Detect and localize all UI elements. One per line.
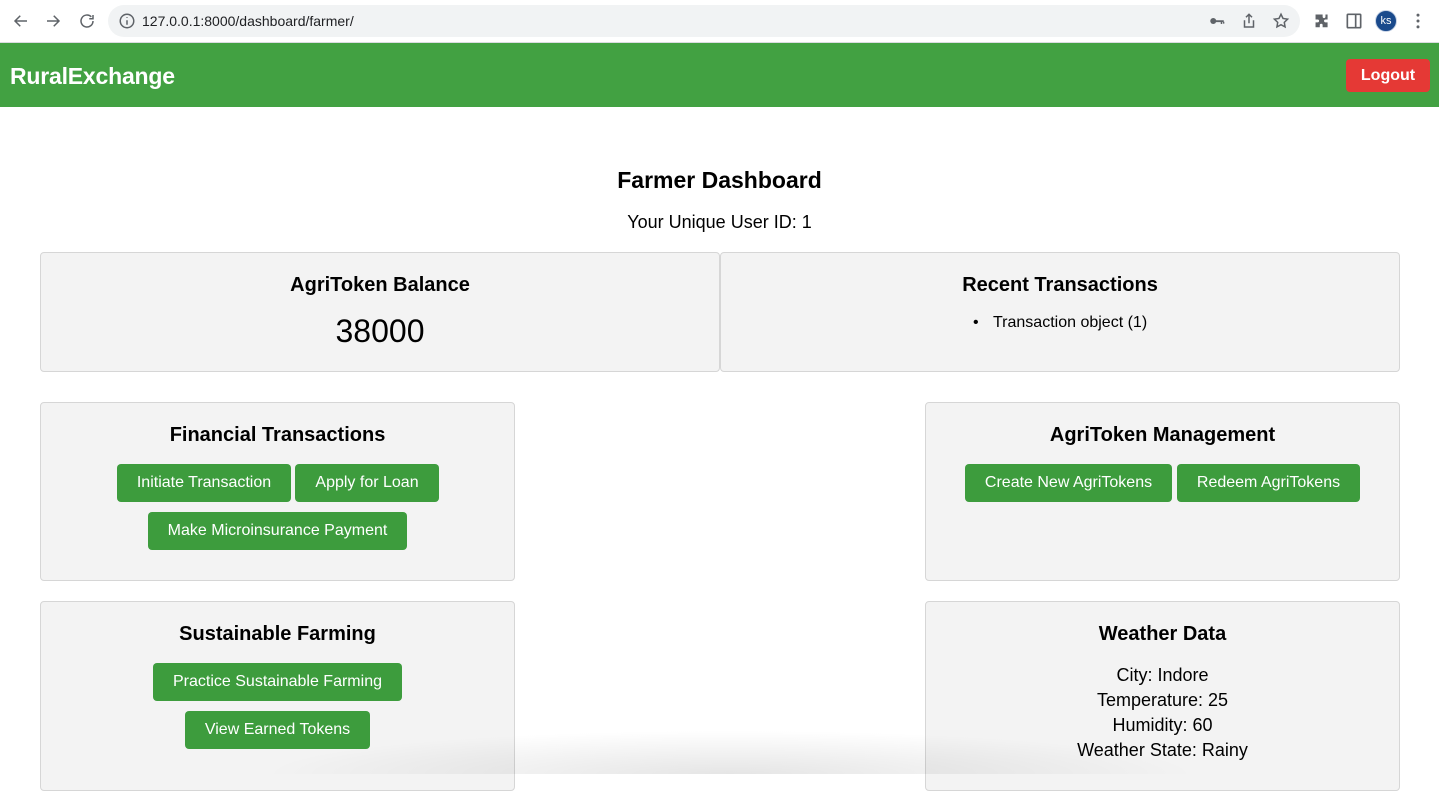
balance-card: AgriToken Balance 38000 [40, 252, 720, 372]
site-info-icon[interactable] [118, 12, 136, 30]
agritoken-management-title: AgriToken Management [1049, 424, 1276, 446]
address-bar[interactable]: 127.0.0.1:8000/dashboard/farmer/ [108, 5, 1300, 37]
initiate-transaction-button[interactable]: Initiate Transaction [117, 464, 291, 502]
side-panel-icon[interactable] [1344, 11, 1364, 31]
logout-button[interactable]: Logout [1346, 59, 1430, 92]
url-text[interactable]: 127.0.0.1:8000/dashboard/farmer/ [142, 13, 354, 29]
profile-avatar[interactable]: ks [1375, 10, 1397, 32]
create-agritokens-button[interactable]: Create New AgriTokens [965, 464, 1172, 502]
forward-icon[interactable] [40, 8, 66, 34]
weather-temperature: Temperature: 25 [1096, 690, 1229, 710]
key-icon[interactable] [1208, 12, 1226, 30]
recent-transactions-card: Recent Transactions Transaction object (… [720, 252, 1400, 372]
bookmark-star-icon[interactable] [1272, 12, 1290, 30]
extensions-icon[interactable] [1312, 11, 1332, 31]
page-title: Farmer Dashboard [617, 167, 822, 193]
practice-sustainable-farming-button[interactable]: Practice Sustainable Farming [153, 663, 402, 701]
weather-city: City: Indore [1116, 665, 1209, 685]
view-earned-tokens-button[interactable]: View Earned Tokens [185, 711, 370, 749]
weather-details: City: Indore Temperature: 25 Humidity: 6… [926, 663, 1399, 763]
sustainable-farming-title: Sustainable Farming [179, 623, 376, 645]
sustainable-farming-card: Sustainable Farming Practice Sustainable… [40, 601, 515, 791]
weather-humidity: Humidity: 60 [1112, 715, 1213, 735]
microinsurance-payment-button[interactable]: Make Microinsurance Payment [148, 512, 407, 550]
financial-transactions-title: Financial Transactions [169, 424, 386, 446]
user-id-text: Your Unique User ID: 1 [627, 212, 812, 232]
weather-state: Weather State: Rainy [1077, 740, 1248, 760]
browser-toolbar: 127.0.0.1:8000/dashboard/farmer/ ks [0, 0, 1439, 43]
recent-transactions-title: Recent Transactions [962, 274, 1158, 296]
weather-data-title: Weather Data [1098, 623, 1227, 645]
share-icon[interactable] [1240, 12, 1258, 30]
apply-for-loan-button[interactable]: Apply for Loan [295, 464, 439, 502]
kebab-menu-icon[interactable] [1408, 11, 1428, 31]
weather-data-card: Weather Data City: Indore Temperature: 2… [925, 601, 1400, 791]
agritoken-management-card: AgriToken Management Create New AgriToke… [925, 402, 1400, 581]
transactions-list: Transaction object (1) [973, 314, 1147, 332]
back-icon[interactable] [8, 8, 34, 34]
redeem-agritokens-button[interactable]: Redeem AgriTokens [1177, 464, 1360, 502]
reload-icon[interactable] [74, 8, 100, 34]
list-item: Transaction object (1) [973, 314, 1147, 332]
financial-transactions-card: Financial Transactions Initiate Transact… [40, 402, 515, 581]
balance-value: 38000 [335, 313, 425, 349]
balance-card-title: AgriToken Balance [290, 274, 470, 296]
brand-logo[interactable]: RuralExchange [10, 63, 175, 90]
app-header: RuralExchange Logout [0, 43, 1439, 107]
